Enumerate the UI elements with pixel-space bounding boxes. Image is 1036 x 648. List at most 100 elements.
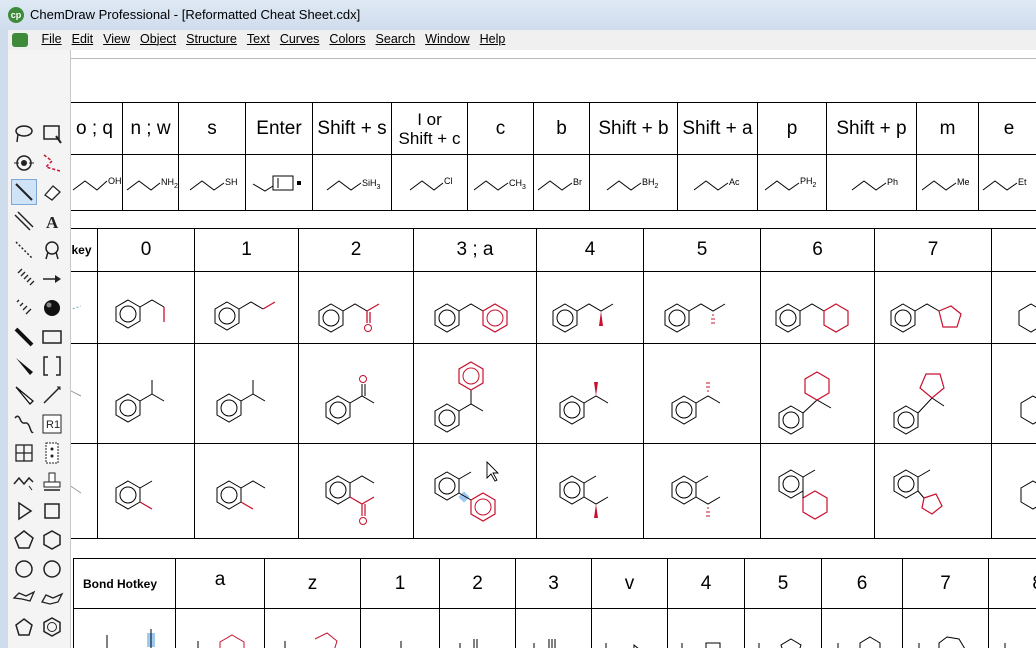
- chain-enter-cell: [245, 154, 313, 211]
- menu-object[interactable]: Object: [135, 30, 181, 46]
- lasso-select-icon[interactable]: [12, 122, 36, 146]
- document-icon[interactable]: [12, 33, 28, 47]
- cyclohexane-chair-icon[interactable]: [12, 586, 36, 610]
- bond-row-cell: [821, 608, 903, 648]
- wedge-bond-icon[interactable]: [12, 354, 36, 378]
- atom-key-cell: n ; w: [122, 102, 179, 155]
- chain-br-cell: Br: [533, 154, 590, 211]
- wedge-hashed-bond-icon[interactable]: [12, 296, 36, 320]
- structure-cell: [874, 443, 992, 539]
- chemdraw-app-icon[interactable]: cp: [8, 7, 24, 23]
- svg-text:A: A: [46, 213, 59, 232]
- dashed-bond-icon[interactable]: [12, 238, 36, 262]
- hexagon-icon[interactable]: [40, 528, 64, 552]
- bond-row-cell: [360, 608, 440, 648]
- atom-key-cell: c: [467, 102, 534, 155]
- wavy-bond-icon[interactable]: [12, 412, 36, 436]
- circle-icon[interactable]: [12, 557, 36, 581]
- double-bond-icon[interactable]: [12, 209, 36, 233]
- hollow-wedge-icon[interactable]: [12, 383, 36, 407]
- bond-key-cell: 4: [667, 558, 745, 609]
- row-label-cell: [71, 271, 98, 344]
- chain-sh-cell: SH: [178, 154, 246, 211]
- group-label: PH2: [800, 176, 817, 189]
- bond-key-cell: 3: [515, 558, 592, 609]
- atom-key-cell: b: [533, 102, 590, 155]
- circle-alt-icon[interactable]: [40, 557, 64, 581]
- chain-nh2-cell: NH2: [122, 154, 179, 211]
- atom-key-cell: Shift + s: [312, 102, 392, 155]
- tlc-plate-icon[interactable]: [40, 441, 64, 465]
- cyclohexane-chair-alt-icon[interactable]: [40, 586, 64, 610]
- document-canvas[interactable]: o ; q n ; w s Enter Shift + s I or Shift…: [71, 50, 1036, 648]
- triangle-icon[interactable]: [12, 499, 36, 523]
- page-boundary: [71, 58, 1036, 59]
- bond-row-cell: [667, 608, 745, 648]
- rectangle-drawing-icon[interactable]: [40, 325, 64, 349]
- table-icon[interactable]: [12, 441, 36, 465]
- structure-cell: [536, 443, 644, 539]
- fragment-key-cell: 7: [874, 228, 992, 272]
- solid-bond-icon[interactable]: [11, 179, 37, 205]
- fragment-key-cell: 6: [760, 228, 875, 272]
- brackets-icon[interactable]: [40, 354, 64, 378]
- group-label: Me: [957, 177, 970, 187]
- bond-key-cell: 6: [821, 558, 903, 609]
- bond-row-cell: [591, 608, 668, 648]
- menu-help[interactable]: Help: [475, 30, 511, 46]
- menu-file[interactable]: File: [36, 30, 66, 46]
- eraser-red-icon[interactable]: [40, 151, 64, 175]
- group-label: Br: [573, 177, 582, 187]
- arrow-tool-icon[interactable]: [40, 267, 64, 291]
- text-tool-icon[interactable]: A: [40, 209, 64, 233]
- structure-cell: [413, 443, 537, 539]
- eraser-icon[interactable]: [40, 180, 64, 204]
- title-bar: cp ChemDraw Professional - [Reformatted …: [0, 0, 1036, 31]
- chain-ac-cell: Ac: [677, 154, 758, 211]
- r-group-icon[interactable]: R1: [40, 412, 64, 436]
- svg-text:R1: R1: [46, 419, 60, 431]
- structure-cell: [97, 271, 195, 344]
- row-label-cell: [71, 343, 98, 444]
- menu-colors[interactable]: Colors: [324, 30, 370, 46]
- hashed-bond-icon[interactable]: [12, 267, 36, 291]
- chain-tool-icon[interactable]: [12, 470, 36, 494]
- menu-edit[interactable]: Edit: [67, 30, 99, 46]
- pentagon-icon[interactable]: [12, 528, 36, 552]
- menu-curves[interactable]: Curves: [275, 30, 325, 46]
- hotkey-label-cell: key: [71, 228, 98, 272]
- structure-cell: [991, 443, 1036, 539]
- benzene-icon[interactable]: [40, 615, 64, 639]
- chain-oh-cell: OH: [71, 154, 123, 211]
- bond-key-cell: a: [175, 558, 265, 609]
- cyclopentane-icon[interactable]: [12, 615, 36, 639]
- bond-key-cell: v: [591, 558, 668, 609]
- group-label: SH: [225, 177, 238, 187]
- menu-structure[interactable]: Structure: [181, 30, 242, 46]
- fragment-key-cell: [991, 228, 1036, 272]
- structure-cell: [643, 271, 761, 344]
- orbital-icon[interactable]: [40, 296, 64, 320]
- stamp-icon[interactable]: [40, 470, 64, 494]
- chain-ph-cell: Ph: [826, 154, 917, 211]
- atom-key-cell: Shift + a: [677, 102, 758, 155]
- bond-row-cell: [439, 608, 516, 648]
- bond-row-cell: [902, 608, 989, 648]
- structure-cell: [298, 443, 414, 539]
- menu-view[interactable]: View: [98, 30, 135, 46]
- bond-key-cell: 8: [988, 558, 1036, 609]
- group-label: OH: [108, 176, 122, 186]
- template-hand-icon[interactable]: [40, 238, 64, 262]
- structure-cell: [643, 343, 761, 444]
- mass-fragment-icon[interactable]: [40, 383, 64, 407]
- marquee-select-icon[interactable]: [40, 122, 64, 146]
- menu-search[interactable]: Search: [371, 30, 421, 46]
- structure-cell: [97, 343, 195, 444]
- structure-perspective-icon[interactable]: [12, 151, 36, 175]
- menu-text[interactable]: Text: [242, 30, 275, 46]
- menu-window[interactable]: Window: [420, 30, 474, 46]
- bold-bond-icon[interactable]: [12, 325, 36, 349]
- square-icon[interactable]: [40, 499, 64, 523]
- structure-cell: [991, 271, 1036, 344]
- chain-cl-cell: Cl: [391, 154, 468, 211]
